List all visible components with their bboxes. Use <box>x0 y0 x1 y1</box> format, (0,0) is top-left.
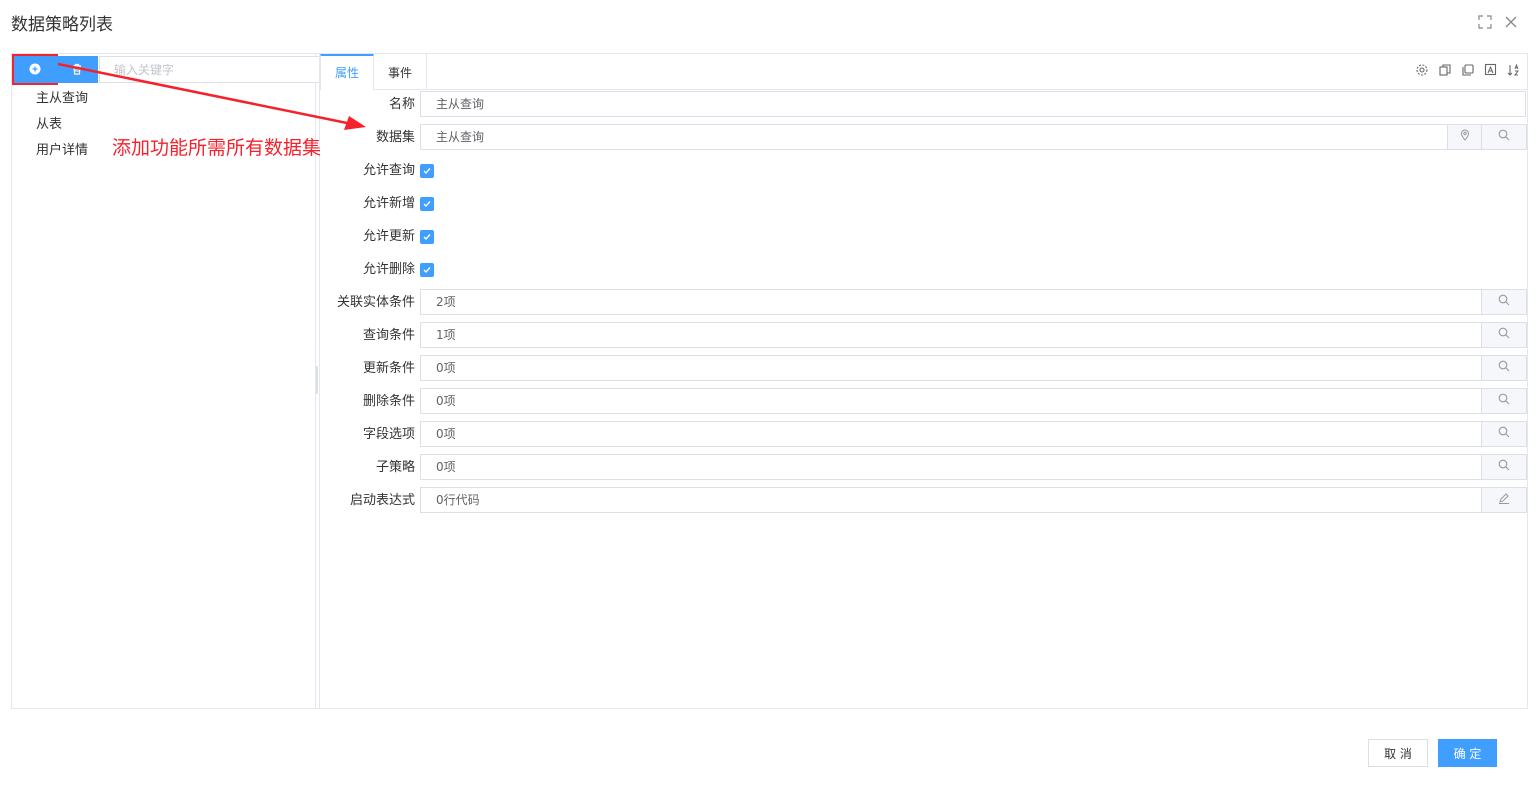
dialog-body: 主从查询 从表 用户详情 属性 事件 <box>11 53 1528 709</box>
field-label: 子策略 <box>375 460 415 475</box>
annotation-text: 添加功能所需所有数据集 <box>112 137 322 159</box>
entity-cond-field[interactable]: 2项 <box>420 289 1527 315</box>
sort-az-icon[interactable] <box>1506 62 1522 78</box>
field-value: 0项 <box>436 361 456 375</box>
row-dataset: 数据集 主从查询 <box>320 124 1528 152</box>
search-button[interactable] <box>1481 125 1526 149</box>
field-label: 更新条件 <box>362 361 415 376</box>
allow-query-checkbox[interactable] <box>420 164 434 178</box>
property-tabs: 属性 事件 <box>320 54 1528 90</box>
list-toolbar <box>12 54 325 85</box>
search-button[interactable] <box>1481 389 1526 413</box>
field-value: 1项 <box>436 328 456 342</box>
locate-button[interactable] <box>1447 125 1482 149</box>
title-actions <box>1477 14 1519 30</box>
search-icon <box>1498 125 1510 149</box>
gear-icon[interactable] <box>1414 62 1430 78</box>
field-label: 允许删除 <box>362 262 415 277</box>
field-value: 0项 <box>436 394 456 408</box>
field-label: 名称 <box>388 97 415 112</box>
field-value: 2项 <box>436 295 456 309</box>
search-icon <box>1498 356 1510 380</box>
edit-pen-icon <box>1498 488 1510 512</box>
search-icon <box>1498 422 1510 446</box>
sub-policy-field[interactable]: 0项 <box>420 454 1527 480</box>
field-value: 主从查询 <box>436 130 485 144</box>
search-icon <box>1498 389 1510 413</box>
startup-expr-field[interactable]: 0行代码 <box>420 487 1527 513</box>
field-label: 字段选项 <box>362 427 415 442</box>
cancel-button[interactable]: 取 消 <box>1368 739 1428 767</box>
allow-update-checkbox[interactable] <box>420 230 434 244</box>
search-button[interactable] <box>1481 290 1526 314</box>
tree-item[interactable]: 主从查询 <box>36 86 88 112</box>
row-startup-expr: 启动表达式 0行代码 <box>320 487 1528 515</box>
search-icon <box>1498 323 1510 347</box>
dialog-footer: 取 消 确 定 <box>1368 739 1497 767</box>
row-sub-policy: 子策略 0项 <box>320 454 1528 482</box>
query-cond-field[interactable]: 1项 <box>420 322 1527 348</box>
policy-tree: 主从查询 从表 用户详情 <box>36 86 88 164</box>
row-entity-cond: 关联实体条件 2项 <box>320 289 1528 317</box>
property-panel: 属性 事件 名称 主从查询 数据集 主从查询 允许查询 允许新增 允许更新 允许… <box>319 54 1528 708</box>
dialog-title: 数据策略列表 <box>11 15 113 35</box>
tree-item[interactable]: 从表 <box>36 112 88 138</box>
edit-button[interactable] <box>1481 488 1526 512</box>
row-name: 名称 主从查询 <box>320 91 1528 119</box>
search-button[interactable] <box>1481 323 1526 347</box>
row-allow-query: 允许查询 <box>320 157 1528 185</box>
field-label: 允许查询 <box>362 163 415 178</box>
row-allow-delete: 允许删除 <box>320 256 1528 284</box>
location-pin-icon <box>1460 125 1470 149</box>
add-button[interactable] <box>12 54 58 85</box>
row-allow-add: 允许新增 <box>320 190 1528 218</box>
fullscreen-icon[interactable] <box>1477 14 1493 30</box>
trash-icon <box>71 60 83 79</box>
field-options-field[interactable]: 0项 <box>420 421 1527 447</box>
duplicate-icon[interactable] <box>1460 62 1476 78</box>
field-value: 0项 <box>436 460 456 474</box>
field-value: 0行代码 <box>436 493 480 507</box>
property-toolbar <box>1414 62 1522 78</box>
search-icon <box>1498 290 1510 314</box>
plus-circle-icon <box>29 60 41 79</box>
field-label: 关联实体条件 <box>336 295 415 310</box>
search-icon <box>1498 455 1510 479</box>
field-value: 0项 <box>436 427 456 441</box>
update-cond-field[interactable]: 0项 <box>420 355 1527 381</box>
delete-button[interactable] <box>56 56 98 83</box>
search-button[interactable] <box>1481 422 1526 446</box>
tree-item[interactable]: 用户详情 <box>36 138 88 164</box>
row-query-cond: 查询条件 1项 <box>320 322 1528 350</box>
field-label: 启动表达式 <box>349 493 415 508</box>
tab-properties[interactable]: 属性 <box>320 54 375 90</box>
field-label: 允许新增 <box>362 196 415 211</box>
copy-icon[interactable] <box>1437 62 1453 78</box>
search-button[interactable] <box>1481 455 1526 479</box>
field-label: 查询条件 <box>362 328 415 343</box>
row-field-options: 字段选项 0项 <box>320 421 1528 449</box>
field-label: 删除条件 <box>362 394 415 409</box>
tab-events[interactable]: 事件 <box>374 54 428 89</box>
search-button[interactable] <box>1481 356 1526 380</box>
delete-cond-field[interactable]: 0项 <box>420 388 1527 414</box>
row-allow-update: 允许更新 <box>320 223 1528 251</box>
dataset-field[interactable]: 主从查询 <box>420 124 1527 150</box>
ok-button[interactable]: 确 定 <box>1438 739 1497 767</box>
name-field[interactable]: 主从查询 <box>420 91 1526 117</box>
allow-add-checkbox[interactable] <box>420 197 434 211</box>
font-edit-icon[interactable] <box>1483 62 1499 78</box>
allow-delete-checkbox[interactable] <box>420 263 434 277</box>
row-delete-cond: 删除条件 0项 <box>320 388 1528 416</box>
field-label: 允许更新 <box>362 229 415 244</box>
close-icon[interactable] <box>1503 14 1519 30</box>
keyword-search-input[interactable] <box>99 56 325 83</box>
row-update-cond: 更新条件 0项 <box>320 355 1528 383</box>
